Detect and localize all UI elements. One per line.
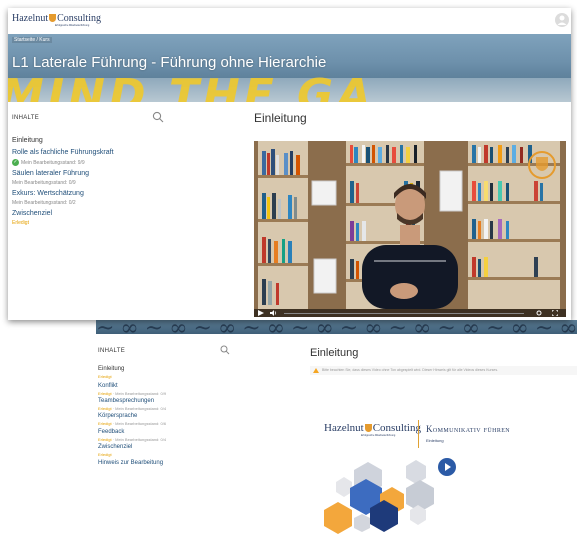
brand-tagline: Erfolgreiche Mitarbeiterführung — [55, 24, 90, 27]
sidebar-item-koerpersprache[interactable]: Körpersprache — [98, 413, 137, 419]
page-title: Einleitung — [310, 347, 359, 359]
brand-logo[interactable]: Hazelnut Consulting — [12, 13, 101, 24]
sidebar-item-status: Erledigt — [12, 220, 29, 226]
sidebar-item-einleitung[interactable]: Einleitung — [12, 137, 43, 144]
course-title: L1 Laterale Führung - Führung ohne Hiera… — [12, 54, 327, 71]
sidebar-item-zwischenziel[interactable]: Zwischenziel — [12, 210, 52, 217]
sidebar-item-teambesprechungen[interactable]: Teambesprechungen — [98, 398, 154, 404]
slide-divider — [418, 420, 419, 448]
sidebar-item-zwischenziel[interactable]: Zwischenziel — [98, 444, 132, 450]
sidebar-item-status: Erledigt · Mein Bearbeitungsstand: 0/4 — [98, 406, 167, 411]
sidebar-item-status: Erledigt — [98, 452, 112, 457]
sidebar: INHALTE Einleitung Rolle als fachliche F… — [8, 102, 248, 320]
user-icon — [557, 15, 567, 25]
sidebar-item-saeulen[interactable]: Säulen lateraler Führung — [12, 170, 89, 177]
play-icon — [445, 463, 451, 471]
slide-heading: Kommunikativ führen — [426, 424, 511, 434]
sidebar-item-hinweis[interactable]: Hinweis zur Bearbeitung — [98, 460, 163, 466]
play-button[interactable] — [438, 458, 456, 476]
check-icon: ✓ — [12, 159, 19, 166]
sidebar-item-status: Erledigt — [98, 374, 112, 379]
back-screenshot: ~∞~∞~∞~∞~∞~∞~∞~∞~∞~∞~∞~∞~∞~∞~∞~∞~∞~∞ INH… — [96, 320, 577, 537]
sidebar-item-einleitung[interactable]: Einleitung — [98, 366, 124, 372]
course-banner: MIND THE GA Startseite / Kurs L1 Lateral… — [8, 34, 571, 102]
banner-artwork: ~∞~∞~∞~∞~∞~∞~∞~∞~∞~∞~∞~∞~∞~∞~∞~∞~∞~∞ — [96, 320, 577, 334]
sidebar-item-konflikt[interactable]: Konflikt — [98, 383, 118, 389]
sidebar-header: INHALTE — [98, 348, 125, 354]
sidebar-item-status: ✓ Mein Bearbeitungsstand: 9/9 — [12, 159, 85, 166]
sidebar-item-rolle[interactable]: Rolle als fachliche Führungskraft — [12, 149, 114, 156]
back-banner: ~∞~∞~∞~∞~∞~∞~∞~∞~∞~∞~∞~∞~∞~∞~∞~∞~∞~∞ — [96, 320, 577, 334]
user-avatar-button[interactable] — [555, 13, 569, 27]
page-title: Einleitung — [254, 111, 307, 125]
sidebar-item-exkurs[interactable]: Exkurs: Wertschätzung — [12, 190, 84, 197]
top-bar: Hazelnut Consulting Erfolgreiche Mitarbei… — [8, 8, 571, 34]
settings-icon[interactable] — [536, 310, 542, 316]
slide-logo: Hazelnut Consulting — [324, 422, 421, 434]
slide-subheading: Einleitung — [426, 438, 444, 443]
search-icon[interactable] — [220, 345, 230, 355]
warning-text: Bitte beachten Sie, dass dieses Video oh… — [322, 368, 499, 372]
video-slide[interactable]: Hazelnut Consulting Erfolgreiche Mitarbei… — [310, 412, 577, 537]
front-screenshot: Hazelnut Consulting Erfolgreiche Mitarbei… — [8, 8, 571, 320]
sidebar-item-status: Erledigt · Mein Bearbeitungsstand: 0/4 — [98, 437, 167, 442]
breadcrumb[interactable]: Startseite / Kurs — [12, 37, 52, 43]
sidebar-item-feedback[interactable]: Feedback — [98, 429, 124, 435]
sidebar-item-status: Erledigt · Mein Bearbeitungsstand: 0/9 — [98, 391, 167, 396]
sidebar-header: INHALTE — [12, 115, 39, 121]
video-player[interactable] — [254, 141, 566, 317]
volume-icon[interactable] — [270, 310, 277, 316]
shield-icon — [49, 14, 57, 22]
warning-banner: Bitte beachten Sie, dass dieses Video oh… — [310, 366, 577, 375]
slide-logo-tagline: Erfolgreiche Mitarbeiterführung — [361, 434, 396, 437]
video-controls — [254, 309, 566, 317]
sidebar-item-status: Mein Bearbeitungsstand: 0/2 — [12, 200, 76, 206]
warning-icon — [313, 367, 319, 373]
banner-artwork-text: MIND THE GA — [8, 70, 376, 102]
shield-icon — [364, 424, 372, 432]
video-progress-bar[interactable] — [284, 312, 524, 314]
search-icon[interactable] — [152, 111, 164, 123]
sidebar-item-status: Erledigt · Mein Bearbeitungsstand: 0/6 — [98, 421, 167, 426]
sidebar-item-status: Mein Bearbeitungsstand: 0/9 — [12, 180, 76, 186]
bookshelf-scene — [258, 145, 560, 309]
play-icon[interactable] — [258, 310, 264, 316]
fullscreen-icon[interactable] — [552, 310, 558, 316]
